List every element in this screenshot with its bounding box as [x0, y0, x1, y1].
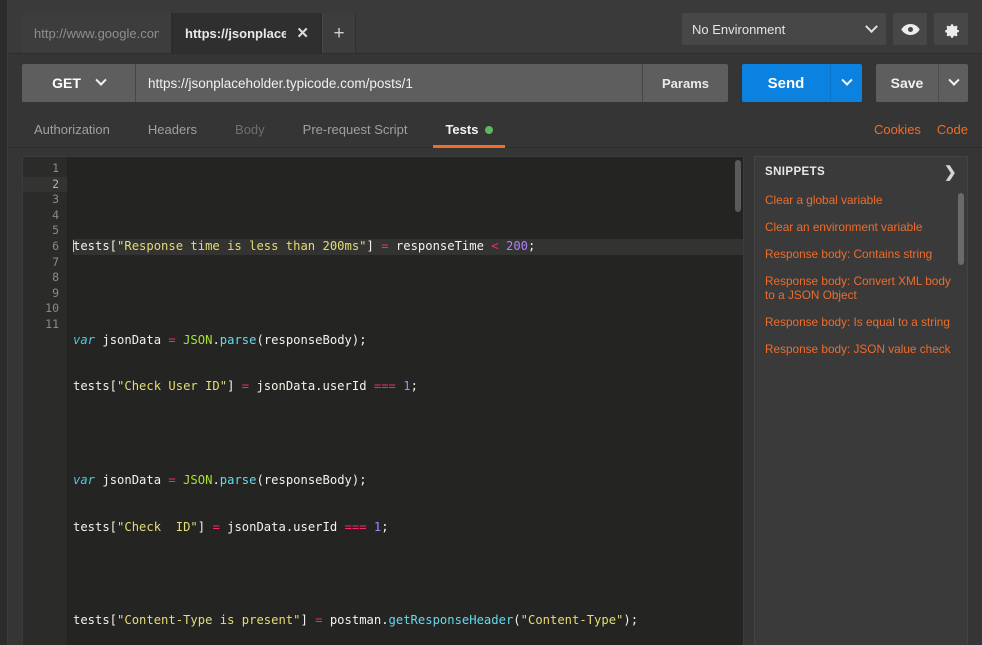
main-panel: http://www.google.com/fina https://jsonp…: [8, 0, 982, 645]
send-button[interactable]: Send: [742, 64, 830, 102]
code-line-3: [73, 286, 743, 302]
line-number: 5: [23, 223, 59, 239]
save-button[interactable]: Save: [876, 64, 938, 102]
params-button[interactable]: Params: [642, 64, 728, 102]
tab-authorization[interactable]: Authorization: [22, 112, 122, 147]
code-line-2: tests["Response time is less than 200ms"…: [73, 239, 743, 255]
code-line-4: var jsonData = JSON.parse(responseBody);: [73, 333, 743, 349]
tests-editor-area: 1 2 3 4 5 6 7 8 9 10 11 tests["Response …: [8, 148, 982, 645]
snippets-scrollbar-thumb[interactable]: [958, 193, 964, 265]
line-number: 7: [23, 255, 59, 271]
http-method-value: GET: [52, 75, 81, 91]
http-method-select[interactable]: GET: [22, 64, 136, 102]
line-number: 11: [23, 317, 59, 333]
snippet-item[interactable]: Response body: Convert XML body to a JSO…: [765, 268, 957, 309]
code-line-5: tests["Check User ID"] = jsonData.userId…: [73, 379, 743, 395]
line-number: 10: [23, 301, 59, 317]
save-options-button[interactable]: [938, 64, 968, 102]
eye-icon: [901, 23, 920, 36]
tab-tests[interactable]: Tests: [433, 112, 505, 147]
tab-headers[interactable]: Headers: [136, 112, 209, 147]
sidebar-edge: [0, 0, 8, 645]
editor-vertical-scrollbar[interactable]: [734, 158, 742, 645]
line-number: 1: [23, 161, 59, 177]
tab-label: Authorization: [34, 122, 110, 137]
tab-label: Headers: [148, 122, 197, 137]
code-line-7: var jsonData = JSON.parse(responseBody);: [73, 473, 743, 489]
tab-label: Tests: [445, 122, 478, 137]
chevron-down-icon: [865, 20, 878, 33]
tab-body[interactable]: Body: [223, 112, 277, 147]
request-section-tabs: Authorization Headers Body Pre-request S…: [8, 112, 982, 148]
request-tab-jsonplaceholder[interactable]: https://jsonplaceholde ✕: [172, 13, 322, 53]
line-number: 9: [23, 286, 59, 302]
chevron-down-icon: [841, 75, 852, 86]
code-line-10: tests["Content-Type is present"] = postm…: [73, 613, 743, 629]
settings-button[interactable]: [934, 13, 968, 45]
tests-code-editor[interactable]: 1 2 3 4 5 6 7 8 9 10 11 tests["Response …: [22, 156, 744, 645]
snippets-panel: SNIPPETS ❯ Clear a global variable Clear…: [754, 156, 968, 645]
scrollbar-thumb[interactable]: [735, 160, 741, 212]
code-link[interactable]: Code: [937, 122, 968, 137]
new-tab-button[interactable]: +: [322, 13, 356, 53]
environment-select-value: No Environment: [692, 22, 785, 37]
line-number: 8: [23, 270, 59, 286]
line-number: 2: [23, 177, 67, 193]
code-line-8: tests["Check ID"] = jsonData.userId === …: [73, 520, 743, 536]
snippets-list: Clear a global variable Clear an environ…: [755, 187, 967, 645]
tests-active-dot-icon: [485, 126, 493, 134]
tab-pre-request-script[interactable]: Pre-request Script: [291, 112, 420, 147]
snippet-item[interactable]: Response body: Contains string: [765, 241, 957, 268]
snippets-header: SNIPPETS ❯: [755, 157, 967, 187]
gear-icon: [942, 20, 961, 39]
request-tab-google[interactable]: http://www.google.com/fina: [22, 13, 172, 53]
tabbar-right-controls: No Environment: [682, 13, 982, 53]
request-tabs-right-links: Cookies Code: [874, 112, 968, 147]
snippet-item[interactable]: Response body: Is equal to a string: [765, 309, 957, 336]
cookies-link[interactable]: Cookies: [874, 122, 921, 137]
editor-code-content[interactable]: tests["Response time is less than 200ms"…: [67, 157, 743, 645]
chevron-down-icon: [948, 75, 959, 86]
editor-line-numbers: 1 2 3 4 5 6 7 8 9 10 11: [23, 157, 67, 645]
request-tab-label: https://jsonplaceholde: [185, 26, 286, 41]
send-options-button[interactable]: [830, 64, 862, 102]
snippet-item[interactable]: Clear a global variable: [765, 187, 957, 214]
save-button-group: Save: [876, 64, 968, 102]
chevron-down-icon: [95, 75, 106, 86]
environment-quick-look-button[interactable]: [893, 13, 927, 45]
request-tab-bar: http://www.google.com/fina https://jsonp…: [8, 0, 982, 54]
close-icon[interactable]: ✕: [296, 26, 309, 41]
code-line-9: [73, 566, 743, 582]
snippet-item[interactable]: Response body: JSON value check: [765, 336, 957, 363]
chevron-right-icon[interactable]: ❯: [944, 165, 957, 180]
request-tabs-list: http://www.google.com/fina https://jsonp…: [8, 0, 356, 53]
code-line-6: [73, 426, 743, 442]
send-button-group: Send: [742, 64, 862, 102]
line-number: 4: [23, 208, 59, 224]
request-tab-label: http://www.google.com/fina: [34, 26, 159, 41]
tab-label: Body: [235, 122, 265, 137]
line-number: 6: [23, 239, 59, 255]
snippets-title: SNIPPETS: [765, 166, 825, 178]
tab-label: Pre-request Script: [303, 122, 408, 137]
line-number: 3: [23, 192, 59, 208]
snippet-item[interactable]: Clear an environment variable: [765, 214, 957, 241]
environment-select[interactable]: No Environment: [682, 13, 886, 45]
code-line-1: [73, 192, 743, 208]
postman-app-window: http://www.google.com/fina https://jsonp…: [0, 0, 982, 645]
url-bar: GET https://jsonplaceholder.typicode.com…: [8, 54, 982, 112]
url-input[interactable]: https://jsonplaceholder.typicode.com/pos…: [136, 64, 642, 102]
